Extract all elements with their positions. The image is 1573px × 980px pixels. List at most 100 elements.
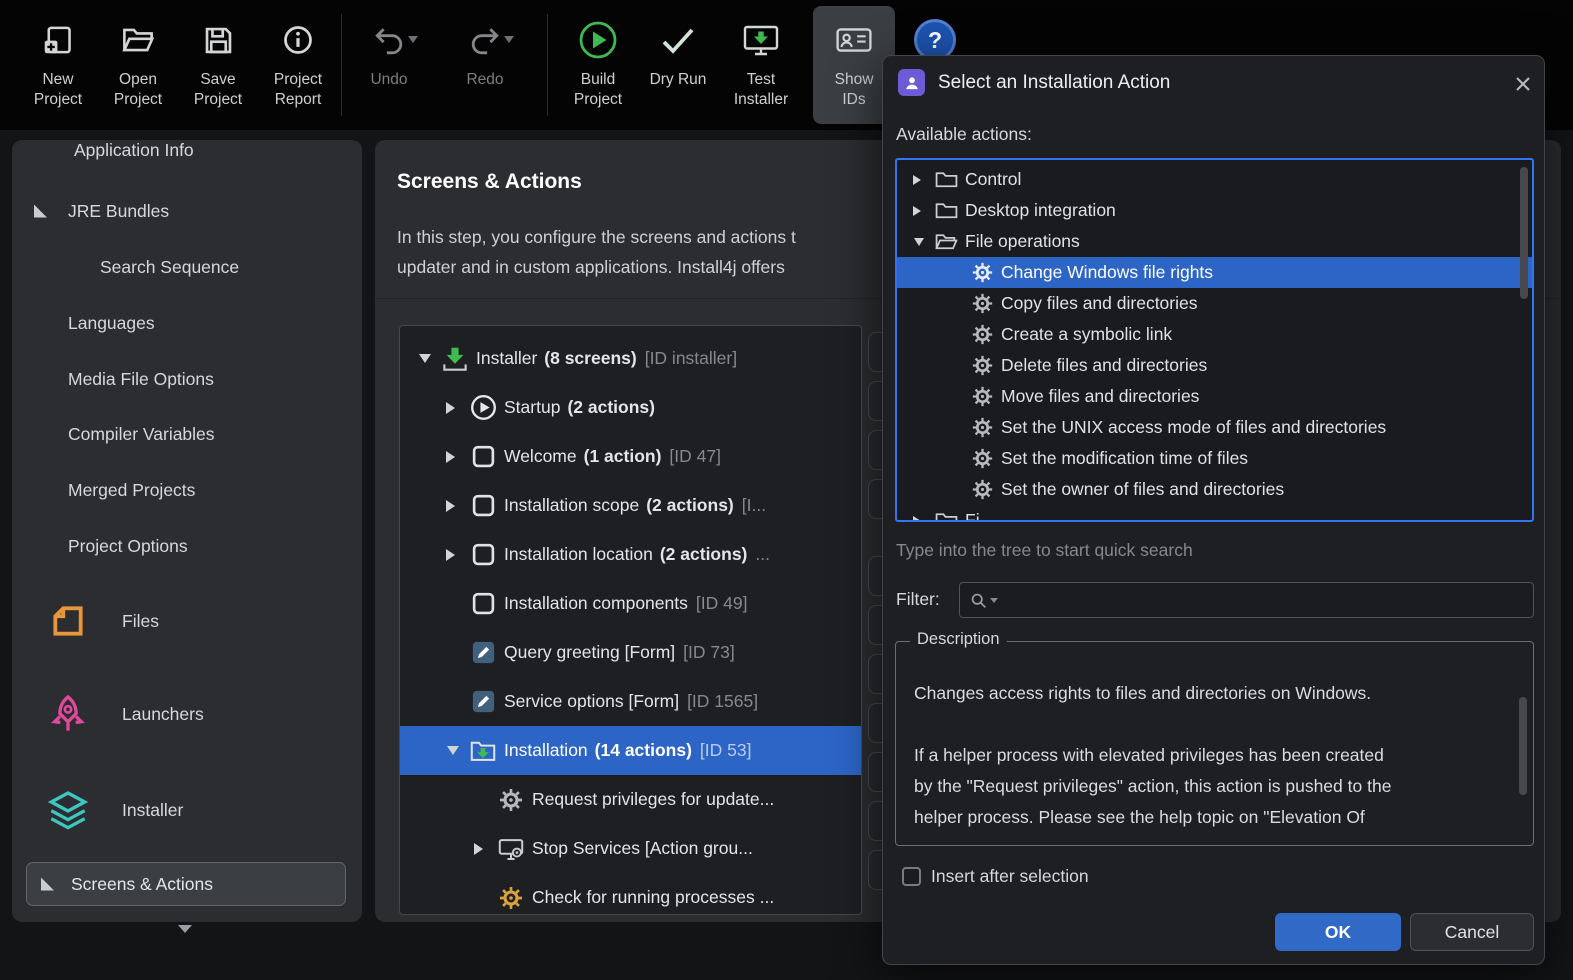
sidebar-item-jre-bundles[interactable]: JRE Bundles xyxy=(12,189,362,233)
sidebar-item-languages[interactable]: Languages xyxy=(12,301,362,345)
tree-item-label: Fi xyxy=(965,510,980,522)
sidebar-item-label: Languages xyxy=(68,312,155,333)
chevron-right-icon[interactable] xyxy=(907,516,931,521)
chevron-right-icon[interactable] xyxy=(907,206,931,216)
sidebar-item-project-options[interactable]: Project Options xyxy=(12,524,362,568)
sidebar: Application Info JRE Bundles Search Sequ… xyxy=(12,140,362,922)
chevron-down-icon[interactable] xyxy=(412,348,438,369)
tree-row-stop-services[interactable]: Stop Services [Action grou... xyxy=(400,824,861,873)
tree-item-label: Stop Services [Action grou... xyxy=(532,838,753,858)
test-installer-button[interactable]: Test Installer xyxy=(720,6,802,124)
chevron-down-icon[interactable] xyxy=(440,740,466,761)
sidebar-scroll-down-icon[interactable] xyxy=(178,925,192,940)
tree-row-welcome[interactable]: Welcome (1 action) [ID 47] xyxy=(400,432,861,481)
toolbar-separator xyxy=(341,14,342,116)
action-category-control[interactable]: Control xyxy=(897,164,1532,195)
tree-row-query-greeting[interactable]: Query greeting [Form] [ID 73] xyxy=(400,628,861,677)
sidebar-item-installer[interactable]: Installer xyxy=(12,784,362,836)
tree-row-installation-location[interactable]: Installation location (2 actions) ... xyxy=(400,530,861,579)
action-item-change-windows-file-rights[interactable]: Change Windows file rights xyxy=(897,257,1532,288)
chevron-right-icon[interactable] xyxy=(907,175,931,185)
open-project-button[interactable]: Open Project xyxy=(97,6,179,124)
action-item-delete-files[interactable]: Delete files and directories xyxy=(897,350,1532,381)
sidebar-item-files[interactable]: Files xyxy=(12,595,362,647)
filter-input[interactable] xyxy=(1004,590,1533,610)
dry-run-button[interactable]: Dry Run xyxy=(637,6,719,124)
chevron-down-icon[interactable] xyxy=(907,233,931,251)
redo-button[interactable]: Redo xyxy=(444,6,526,124)
cancel-button[interactable]: Cancel xyxy=(1410,913,1534,951)
tree-row-request-privileges[interactable]: Request privileges for update... xyxy=(400,775,861,824)
insert-after-selection-checkbox[interactable] xyxy=(902,867,921,886)
action-category-desktop-integration[interactable]: Desktop integration xyxy=(897,195,1532,226)
sidebar-item-media-file-options[interactable]: Media File Options xyxy=(12,357,362,401)
action-category-file-operations[interactable]: File operations xyxy=(897,226,1532,257)
gear-icon xyxy=(494,886,528,910)
available-actions-tree: Control Desktop integration File operati… xyxy=(895,158,1534,522)
info-icon xyxy=(283,14,313,66)
tree-item-label: Installation location xyxy=(504,544,653,564)
undo-button[interactable]: Undo xyxy=(348,6,430,124)
tree-item-label: Installation components xyxy=(504,593,688,613)
redo-dropdown-icon[interactable] xyxy=(504,36,514,48)
sidebar-item-launchers[interactable]: Launchers xyxy=(12,688,362,740)
gear-icon xyxy=(967,262,997,283)
save-project-label: Save Project xyxy=(193,71,243,109)
action-item-move-files[interactable]: Move files and directories xyxy=(897,381,1532,412)
gear-icon xyxy=(967,479,997,500)
sidebar-item-screens-and-actions[interactable]: Screens & Actions xyxy=(26,862,346,906)
tree-row-installation-scope[interactable]: Installation scope (2 actions) [I... xyxy=(400,481,861,530)
save-icon xyxy=(204,14,233,66)
tree-row-startup[interactable]: Startup (2 actions) xyxy=(400,383,861,432)
close-icon[interactable] xyxy=(1511,72,1535,96)
form-icon xyxy=(466,689,500,714)
project-report-button[interactable]: Project Report xyxy=(257,6,339,124)
tree-item-label: Installation xyxy=(504,740,588,760)
tree-item-label: Copy files and directories xyxy=(1001,293,1198,313)
tree-row-installer[interactable]: Installer (8 screens) [ID installer] xyxy=(400,334,861,383)
action-item-set-unix-access-mode[interactable]: Set the UNIX access mode of files and di… xyxy=(897,412,1532,443)
sidebar-item-label: Media File Options xyxy=(68,368,214,389)
search-options-caret-icon[interactable] xyxy=(990,598,998,607)
tree-row-service-options[interactable]: Service options [Form] [ID 1565] xyxy=(400,677,861,726)
sidebar-item-label: Application Info xyxy=(74,140,194,160)
chevron-right-icon[interactable] xyxy=(440,549,466,561)
tree-row-installation-components[interactable]: Installation components [ID 49] xyxy=(400,579,861,628)
chevron-right-icon[interactable] xyxy=(468,843,494,855)
project-report-label: Project Report xyxy=(273,71,323,109)
chevron-right-icon[interactable] xyxy=(440,500,466,512)
action-item-set-modification-time[interactable]: Set the modification time of files xyxy=(897,443,1532,474)
layers-icon xyxy=(48,790,88,830)
new-project-button[interactable]: New Project xyxy=(17,6,99,124)
sidebar-item-search-sequence[interactable]: Search Sequence xyxy=(12,245,362,289)
description-scrollbar-thumb[interactable] xyxy=(1519,697,1527,795)
tree-item-count: (1 action) xyxy=(583,446,662,466)
sidebar-item-compiler-variables[interactable]: Compiler Variables xyxy=(12,412,362,456)
chevron-right-icon[interactable] xyxy=(440,402,466,414)
check-icon xyxy=(660,14,696,66)
intro-text: In this step, you configure the screens … xyxy=(397,222,796,282)
ok-button[interactable]: OK xyxy=(1275,913,1401,951)
tree-scrollbar-thumb[interactable] xyxy=(1520,167,1528,299)
chevron-right-icon[interactable] xyxy=(440,451,466,463)
build-project-button[interactable]: Build Project xyxy=(557,6,639,124)
tree-item-count: (8 screens) xyxy=(544,348,637,368)
action-item-set-owner[interactable]: Set the owner of files and directories xyxy=(897,474,1532,505)
rocket-icon xyxy=(48,694,88,734)
tree-item-label: Create a symbolic link xyxy=(1001,324,1173,344)
open-folder-icon xyxy=(122,14,154,66)
tree-item-label: Change Windows file rights xyxy=(1001,262,1214,282)
filter-field[interactable] xyxy=(959,582,1534,618)
tree-row-check-running-processes[interactable]: Check for running processes ... xyxy=(400,873,861,915)
action-item-create-symbolic-link[interactable]: Create a symbolic link xyxy=(897,319,1532,350)
id-card-icon xyxy=(836,14,872,66)
undo-dropdown-icon[interactable] xyxy=(408,36,418,48)
sidebar-item-application-info[interactable]: Application Info xyxy=(12,140,362,172)
sidebar-item-merged-projects[interactable]: Merged Projects xyxy=(12,468,362,512)
save-project-button[interactable]: Save Project xyxy=(177,6,259,124)
action-item-copy-files[interactable]: Copy files and directories xyxy=(897,288,1532,319)
tree-row-installation-selected[interactable]: Installation (14 actions) [ID 53] xyxy=(400,726,861,775)
action-category-partial[interactable]: Fi xyxy=(897,505,1532,522)
tree-item-id: [ID 73] xyxy=(683,642,735,662)
description-line: If a helper process with elevated privil… xyxy=(914,745,1384,765)
